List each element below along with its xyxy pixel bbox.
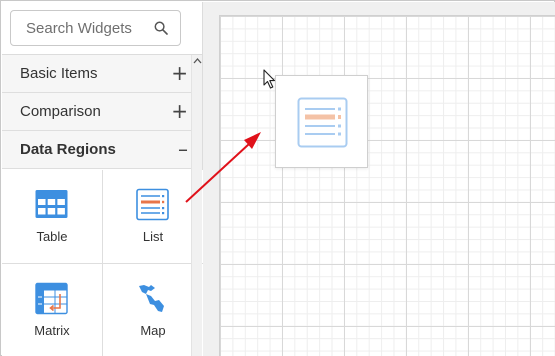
collapse-icon[interactable]: – <box>178 131 188 167</box>
list-icon <box>297 97 348 148</box>
design-surface-grid[interactable] <box>219 15 555 356</box>
widget-map[interactable]: Map <box>103 264 203 356</box>
expand-icon[interactable]: + <box>171 93 188 129</box>
widget-list: Basic Items + Comparison + Data Regions … <box>2 55 203 356</box>
widget-list-content: Basic Items + Comparison + Data Regions … <box>2 55 203 356</box>
widget-label: Table <box>36 229 68 244</box>
matrix-icon <box>35 282 68 315</box>
dragged-list-widget[interactable] <box>275 75 368 168</box>
category-basic-items[interactable]: Basic Items + <box>2 55 191 93</box>
search-icon[interactable] <box>154 21 168 35</box>
mouse-cursor-icon <box>263 69 276 89</box>
search-box[interactable] <box>10 10 181 46</box>
category-data-regions[interactable]: Data Regions – <box>2 131 191 169</box>
widget-label: List <box>142 229 164 244</box>
widget-label: Matrix <box>34 323 70 338</box>
design-canvas <box>203 2 555 356</box>
category-label: Comparison <box>20 103 101 120</box>
search-input[interactable] <box>12 12 152 44</box>
category-comparison[interactable]: Comparison + <box>2 93 191 131</box>
chevron-up-icon[interactable] <box>193 57 202 65</box>
category-label: Basic Items <box>20 65 98 82</box>
widget-list-item[interactable]: List <box>103 170 203 263</box>
widget-matrix[interactable]: Matrix <box>2 264 102 356</box>
map-icon <box>139 285 164 312</box>
app-frame: Basic Items + Comparison + Data Regions … <box>0 0 555 356</box>
widget-table[interactable]: Table <box>2 170 102 263</box>
table-icon <box>35 190 68 218</box>
expand-icon[interactable]: + <box>171 55 188 91</box>
list-icon <box>136 188 169 221</box>
widget-panel: Basic Items + Comparison + Data Regions … <box>2 2 203 356</box>
category-label: Data Regions <box>20 141 116 158</box>
tile-divider <box>2 263 191 264</box>
scrollbar[interactable] <box>191 55 202 356</box>
widget-label: Map <box>140 323 166 338</box>
